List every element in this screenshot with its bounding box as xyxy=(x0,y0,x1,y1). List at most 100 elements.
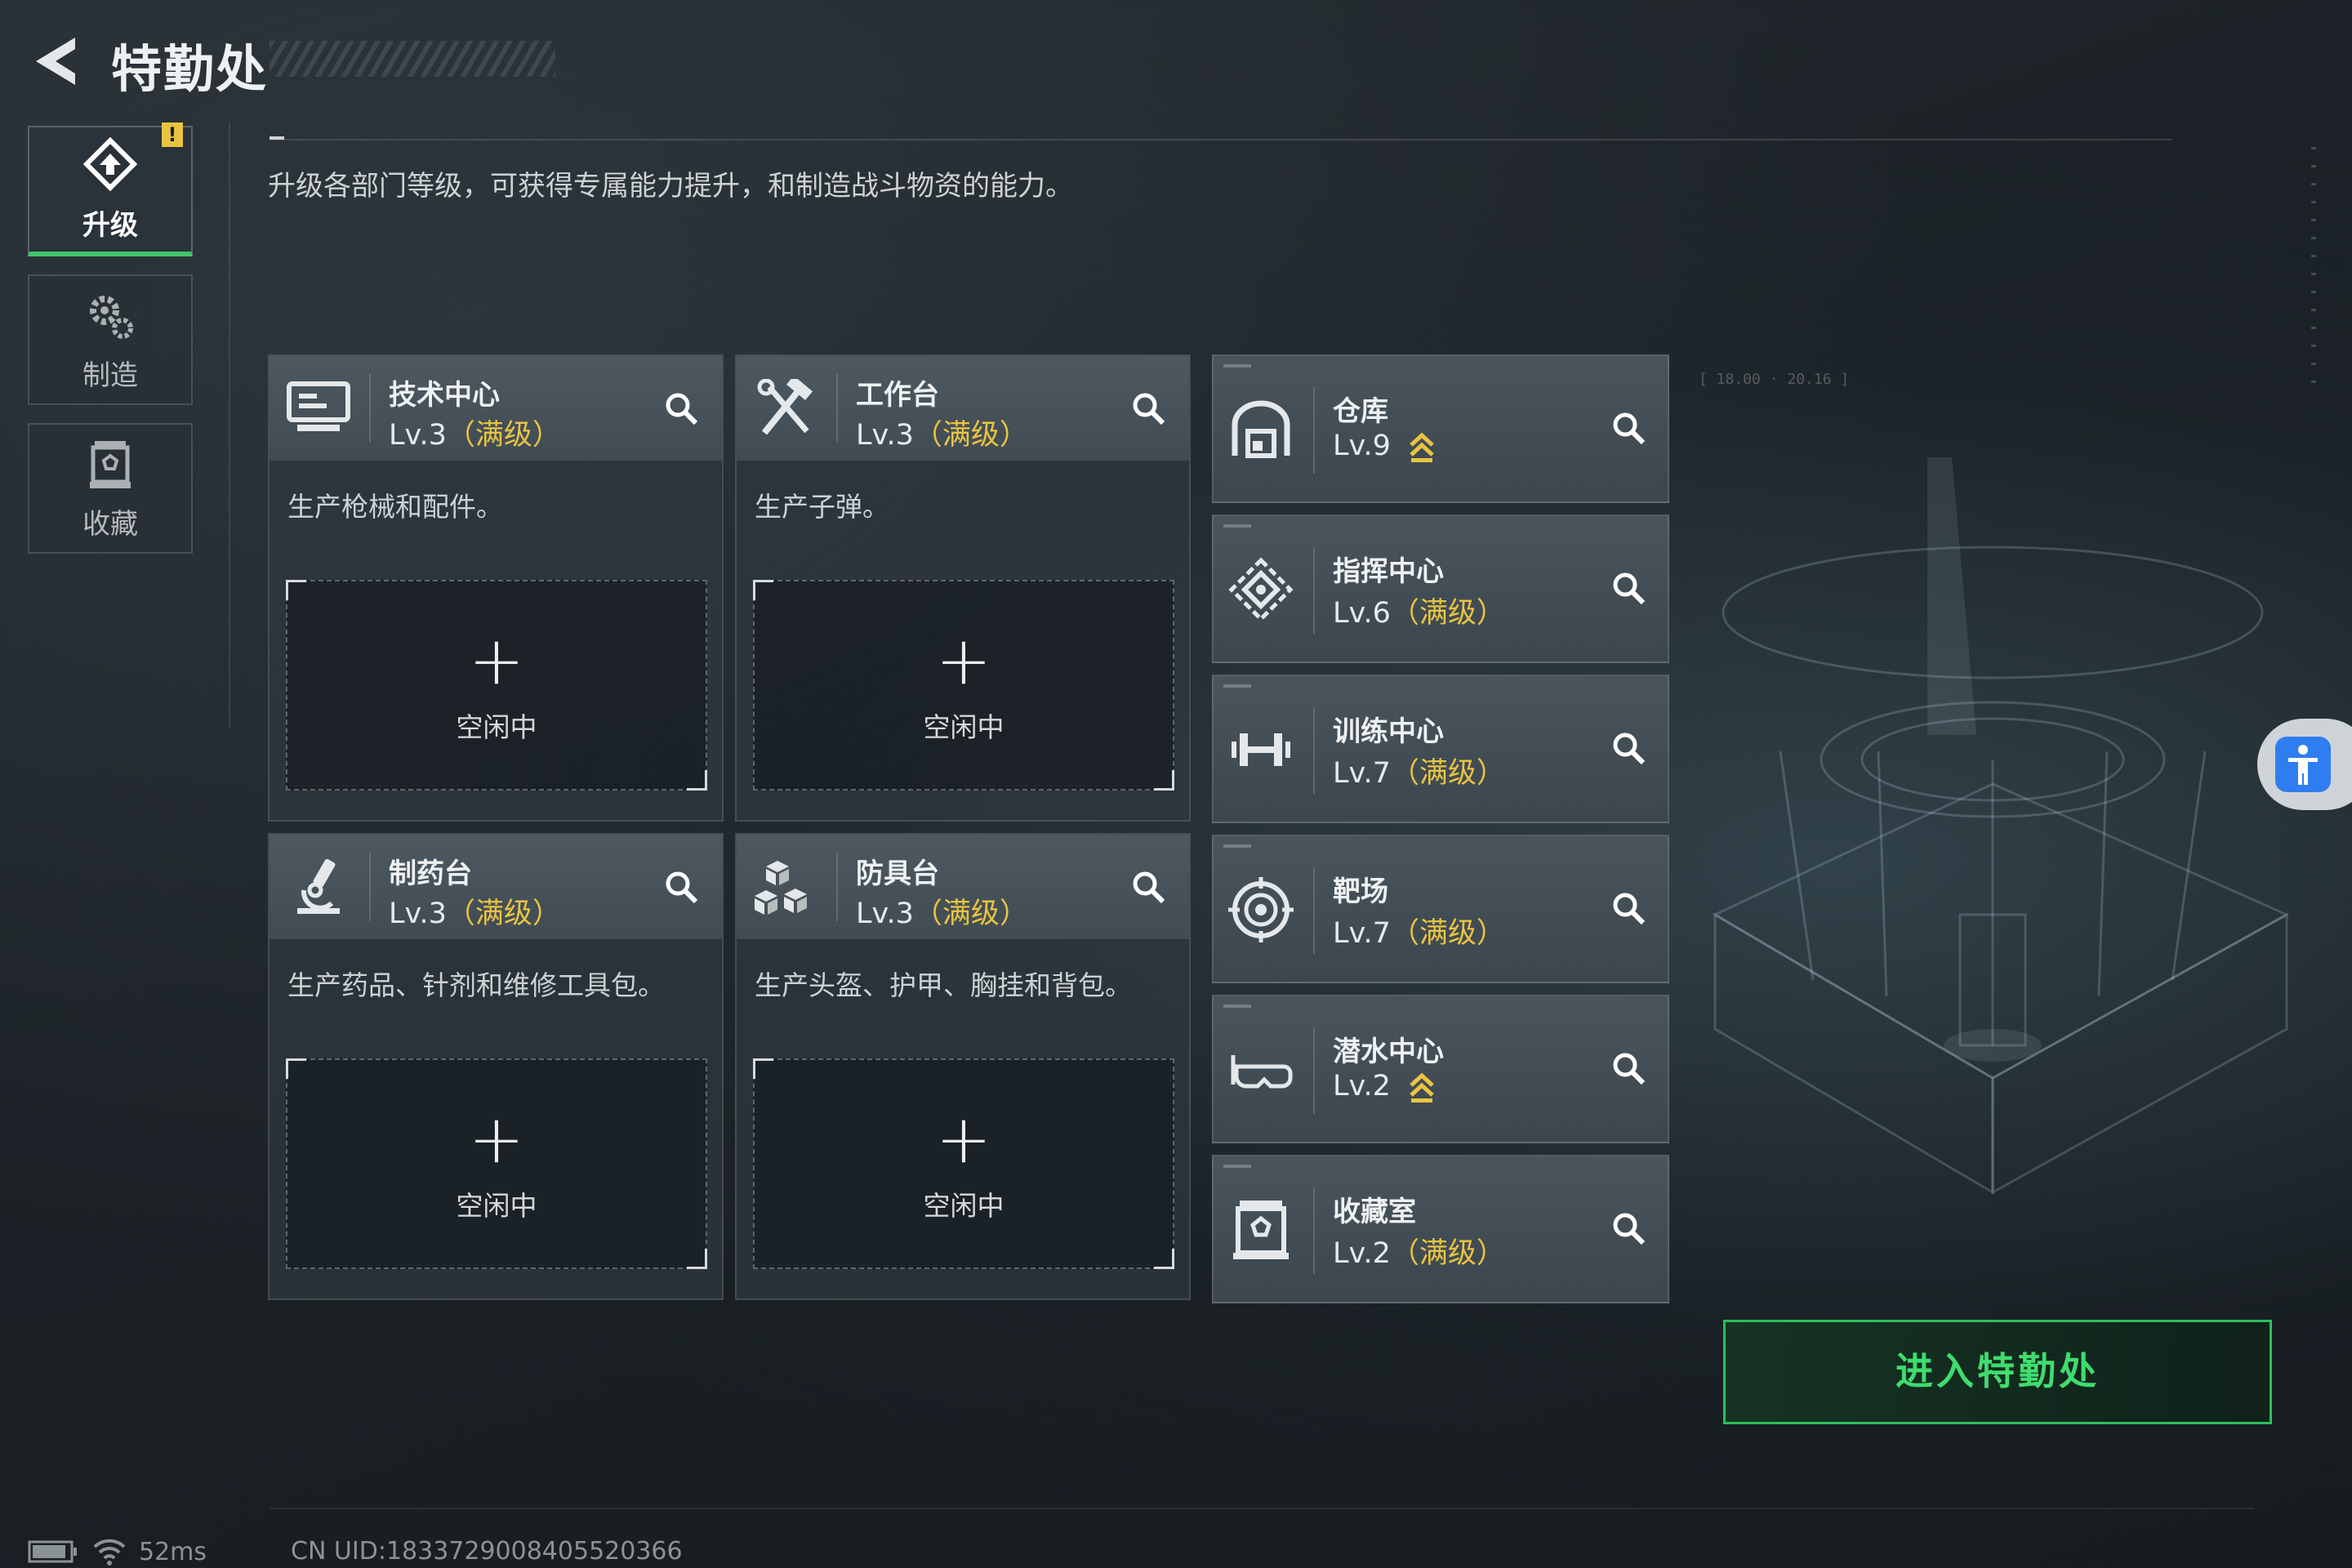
monitor-icon xyxy=(287,381,350,431)
building-card-diving-center[interactable]: 潜水中心 Lv.2 xyxy=(1212,995,1669,1143)
sidebar-divider xyxy=(229,122,230,727)
production-slot[interactable]: + 空闲中 xyxy=(753,580,1174,791)
tab-upgrade[interactable]: ! 升级 xyxy=(28,122,193,256)
card-header: 防具台 Lv.3（满级） xyxy=(737,835,1189,939)
status-bar: 52ms xyxy=(28,1537,207,1566)
production-slot[interactable]: + 空闲中 xyxy=(286,580,707,791)
building-level: Lv.7（满级） xyxy=(1333,757,1505,790)
search-icon[interactable] xyxy=(1129,867,1169,908)
slot-status: 空闲中 xyxy=(456,1190,537,1222)
building-description: 生产子弹。 xyxy=(755,491,889,523)
building-level: Lv.2 xyxy=(1333,1070,1436,1103)
slot-status: 空闲中 xyxy=(923,711,1004,743)
header-divider-mark xyxy=(270,136,284,140)
upgrade-available-icon xyxy=(1410,432,1434,462)
building-level: Lv.3（满级） xyxy=(389,898,561,930)
building-level: Lv.7（满级） xyxy=(1333,917,1505,950)
search-icon[interactable] xyxy=(662,389,702,430)
back-arrow-icon[interactable] xyxy=(28,33,85,90)
target-icon xyxy=(1228,877,1294,942)
microscope-icon xyxy=(297,858,340,914)
building-level: Lv.2（满级） xyxy=(1333,1237,1505,1270)
production-slot[interactable]: + 空闲中 xyxy=(753,1058,1174,1269)
scale-ticks xyxy=(2311,147,2316,392)
tab-craft[interactable]: 制造 xyxy=(28,274,193,405)
building-name: 潜水中心 xyxy=(1333,1036,1444,1068)
header-divider xyxy=(270,139,2172,140)
add-icon: + xyxy=(468,622,525,700)
tab-collection-label: 收藏 xyxy=(82,507,138,541)
building-card-collection-room[interactable]: 收藏室 Lv.2（满级） xyxy=(1212,1155,1669,1303)
building-level: Lv.9 xyxy=(1333,430,1436,463)
building-description: 生产头盔、护甲、胸挂和背包。 xyxy=(755,969,1132,1001)
building-name: 制药台 xyxy=(389,858,472,890)
building-level: Lv.3（满级） xyxy=(389,419,561,452)
search-icon[interactable] xyxy=(1609,889,1650,929)
tab-upgrade-label: 升级 xyxy=(82,208,138,242)
tab-craft-label: 制造 xyxy=(82,359,138,392)
building-card-training-center[interactable]: 训练中心 Lv.7（满级） xyxy=(1212,675,1669,823)
dumbbell-icon xyxy=(1232,733,1290,766)
accessibility-button[interactable] xyxy=(2257,719,2352,810)
warehouse-icon xyxy=(1232,400,1290,458)
production-slot[interactable]: + 空闲中 xyxy=(286,1058,707,1269)
building-name: 仓库 xyxy=(1333,395,1388,428)
search-icon[interactable] xyxy=(1609,408,1650,449)
search-icon[interactable] xyxy=(1129,389,1169,430)
gear-craft-icon xyxy=(90,295,133,339)
building-name: 收藏室 xyxy=(1333,1196,1416,1228)
building-description: 生产枪械和配件。 xyxy=(287,491,503,523)
diving-mask-icon xyxy=(1231,1055,1293,1089)
building-name: 工作台 xyxy=(856,379,939,412)
coordinate-readout: [ 18.00 · 20.16 ] xyxy=(1699,371,1850,388)
tab-alert-badge: ! xyxy=(162,122,183,147)
search-icon[interactable] xyxy=(1609,1049,1650,1089)
add-icon: + xyxy=(468,1101,525,1178)
card-header: 工作台 Lv.3（满级） xyxy=(737,356,1189,461)
building-level: Lv.6（满级） xyxy=(1333,597,1505,630)
building-description: 生产药品、针剂和维修工具包。 xyxy=(287,969,665,1001)
ping-readout: 52ms xyxy=(139,1537,207,1566)
command-center-icon xyxy=(1228,557,1294,622)
production-card-tech-center: 技术中心 Lv.3（满级） 生产枪械和配件。 + 空闲中 xyxy=(268,354,724,822)
production-card-workbench: 工作台 Lv.3（满级） 生产子弹。 + 空闲中 xyxy=(735,354,1191,822)
building-card-warehouse[interactable]: 仓库 Lv.9 xyxy=(1212,354,1669,503)
base-blueprint-illustration xyxy=(1712,457,2290,1195)
building-name: 防具台 xyxy=(856,858,939,890)
armor-blocks-icon xyxy=(755,861,807,915)
page-title: 特勤处 xyxy=(111,39,269,99)
upgrade-icon xyxy=(82,136,138,191)
collection-icon xyxy=(90,440,131,488)
collection-room-icon xyxy=(1233,1200,1289,1259)
production-card-pharmacy: 制药台 Lv.3（满级） 生产药品、针剂和维修工具包。 + 空闲中 xyxy=(268,833,724,1300)
search-icon[interactable] xyxy=(1609,728,1650,769)
add-icon: + xyxy=(935,1101,992,1178)
card-header: 技术中心 Lv.3（满级） xyxy=(270,356,722,461)
search-icon[interactable] xyxy=(1609,1209,1650,1250)
production-card-armor: 防具台 Lv.3（满级） 生产头盔、护甲、胸挂和背包。 + 空闲中 xyxy=(735,833,1191,1300)
building-card-command-center[interactable]: 指挥中心 Lv.6（满级） xyxy=(1212,514,1669,663)
accessibility-icon xyxy=(2288,745,2318,785)
building-name: 训练中心 xyxy=(1333,715,1444,748)
battery-icon xyxy=(28,1540,77,1563)
tools-icon xyxy=(757,379,813,435)
slot-status: 空闲中 xyxy=(923,1190,1004,1222)
search-icon[interactable] xyxy=(662,867,702,908)
enter-special-ops-button[interactable]: 进入特勤处 xyxy=(1723,1320,2272,1424)
slot-status: 空闲中 xyxy=(456,711,537,743)
building-name: 指挥中心 xyxy=(1333,555,1444,588)
search-icon[interactable] xyxy=(1609,568,1650,609)
wifi-icon xyxy=(93,1539,126,1566)
building-name: 靶场 xyxy=(1333,875,1388,908)
building-name: 技术中心 xyxy=(389,379,500,412)
building-level: Lv.3（满级） xyxy=(856,419,1028,452)
title-decoration xyxy=(270,41,555,77)
building-level: Lv.3（满级） xyxy=(856,898,1028,930)
footer-divider xyxy=(270,1508,2254,1509)
add-icon: + xyxy=(935,622,992,700)
user-uid: CN UID:1833729008405520366 xyxy=(291,1537,683,1566)
upgrade-available-icon xyxy=(1410,1072,1434,1102)
card-header: 制药台 Lv.3（满级） xyxy=(270,835,722,939)
building-card-shooting-range[interactable]: 靶场 Lv.7（满级） xyxy=(1212,835,1669,983)
tab-collection[interactable]: 收藏 xyxy=(28,423,193,554)
